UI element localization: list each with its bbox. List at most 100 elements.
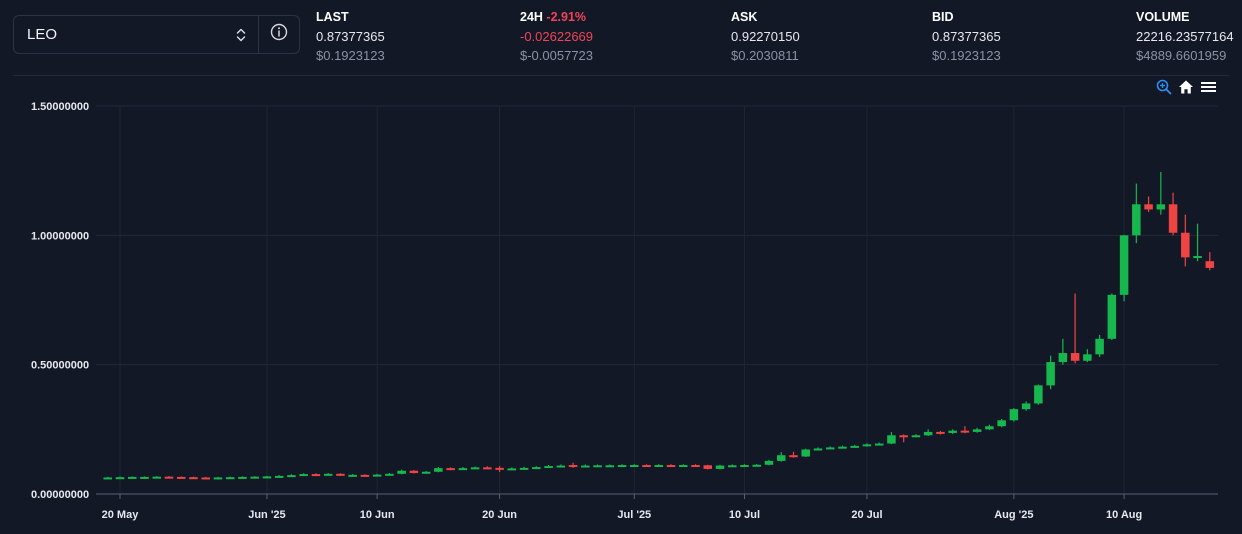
candle [103, 476, 113, 480]
candle [299, 473, 308, 477]
candle-body [176, 476, 186, 479]
candle-body [1107, 294, 1117, 339]
candle-body [140, 476, 149, 479]
candle [1168, 192, 1178, 236]
candle-body [605, 465, 615, 468]
candle-body [654, 465, 664, 468]
candle-body [262, 476, 272, 479]
candle [176, 476, 186, 479]
candle [348, 474, 357, 477]
candle-body [1205, 261, 1215, 268]
candle-body [825, 447, 835, 450]
candle [213, 476, 223, 480]
candle [1058, 338, 1068, 365]
candle-body [164, 476, 174, 479]
candle-body [1156, 204, 1166, 210]
candle-body [813, 448, 823, 451]
candle-body [691, 465, 700, 468]
candle [287, 474, 296, 478]
candle-body [397, 470, 406, 474]
candle [201, 476, 210, 480]
candle-body [997, 420, 1006, 427]
candle [691, 464, 700, 468]
candle [360, 474, 370, 477]
candle [666, 464, 676, 468]
candle [519, 466, 529, 470]
candle [238, 476, 247, 479]
candle [911, 434, 921, 438]
candle-body [740, 465, 749, 468]
candle [544, 465, 553, 469]
candle-body [299, 474, 308, 477]
candle [1070, 293, 1080, 364]
candle-body [617, 465, 627, 468]
candle [1119, 234, 1129, 302]
candle [164, 476, 174, 479]
candle-body [103, 477, 113, 480]
candle-body [1193, 256, 1202, 259]
candle [813, 447, 823, 451]
candle [728, 464, 737, 468]
candle [1034, 384, 1043, 405]
candle-body [519, 467, 529, 470]
candle [421, 470, 431, 474]
candle [581, 464, 590, 468]
candle [642, 464, 651, 468]
candle [679, 464, 688, 468]
candle [323, 473, 333, 476]
candle [470, 466, 480, 470]
candle-body [1119, 235, 1129, 295]
candle-body [630, 465, 639, 468]
candle-body [225, 477, 235, 480]
candle-body [1046, 362, 1055, 386]
y-tick-label: 1.00000000 [31, 230, 89, 242]
candle [1193, 223, 1202, 262]
candle-body [936, 431, 945, 434]
candle [507, 467, 517, 471]
candle-body [1095, 338, 1104, 355]
candle-body [679, 465, 688, 468]
candle [385, 473, 394, 476]
candle-body [544, 466, 553, 469]
menu-icon[interactable] [1200, 79, 1217, 100]
candle-body [1021, 403, 1031, 410]
candle [1132, 183, 1141, 244]
zoom-in-icon[interactable] [1156, 79, 1172, 100]
candle-body [213, 477, 223, 480]
candle-body [238, 476, 247, 479]
x-tick-label: 20 Jun [482, 509, 517, 521]
chart-toolbar [1156, 79, 1217, 100]
price-chart[interactable]: 0.00000000 0.50000000 1.00000000 1.50000000… [0, 0, 1242, 534]
candle [1181, 214, 1190, 267]
candle-body [985, 426, 994, 430]
candle [152, 476, 161, 479]
candle-body [715, 465, 725, 469]
candle-body [1009, 409, 1019, 421]
candle-body [274, 475, 284, 478]
candle-body [960, 430, 970, 433]
candle-body [887, 435, 896, 444]
candle [960, 426, 970, 434]
home-icon[interactable] [1178, 79, 1194, 100]
candle-body [948, 430, 957, 433]
candle-body [458, 468, 468, 471]
candlestick-series [103, 171, 1215, 480]
x-tick-label: 10 Jul [729, 509, 760, 521]
candle-body [923, 431, 933, 436]
candle [409, 469, 419, 474]
candle-body [385, 473, 394, 476]
candle [972, 427, 982, 433]
candle [838, 445, 847, 449]
candle-body [470, 467, 480, 470]
candle-body [776, 455, 786, 461]
candle [1107, 293, 1117, 341]
candle [630, 464, 639, 468]
candle [936, 430, 945, 435]
candle-body [556, 465, 566, 468]
y-tick-label: 0.00000000 [31, 489, 89, 501]
candle-body [1034, 385, 1043, 404]
candle [752, 463, 761, 467]
candle [532, 466, 541, 470]
candle [789, 451, 798, 458]
candle-body [446, 468, 455, 471]
